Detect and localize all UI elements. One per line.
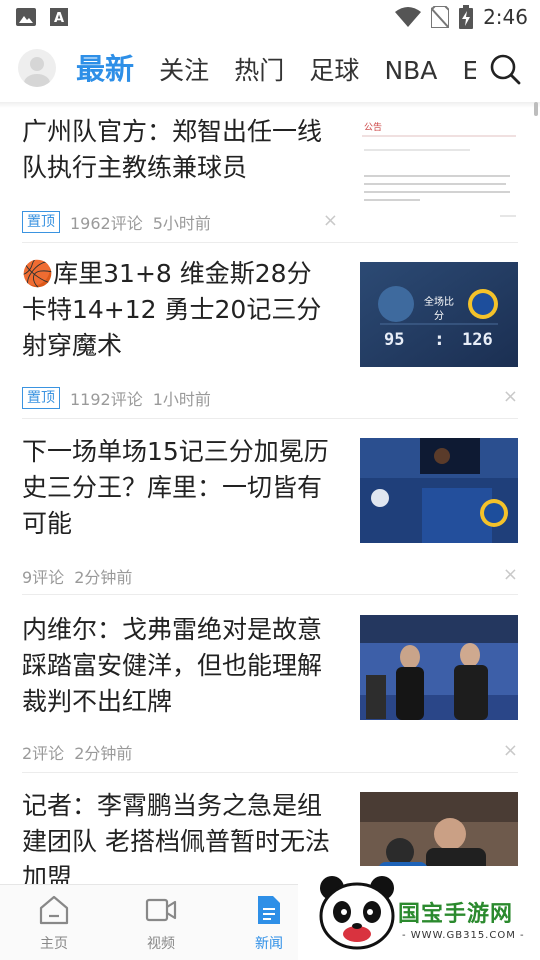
news-title: 广州队官方：郑智出任一线队执行主教练兼球员 [22, 117, 323, 182]
divider [22, 242, 518, 243]
home-icon [39, 895, 69, 925]
panda-logo [319, 876, 395, 950]
news-item[interactable]: 🏀库里31+8 维金斯28分 卡特14+12 勇士20记三分射穿魔术 全场比分 … [22, 256, 518, 416]
news-item[interactable]: 下一场单场15记三分加冕历史三分王？库里：一切皆有可能 9评论 2分钟前 × [22, 434, 518, 594]
comment-count: 9评论 [22, 568, 65, 587]
pinned-badge: 置顶 [22, 211, 60, 233]
divider [22, 594, 518, 595]
news-title: 下一场单场15记三分加冕历史三分王？库里：一切皆有可能 [22, 437, 329, 538]
search-icon[interactable] [488, 52, 522, 86]
comment-count: 1962评论 [70, 214, 143, 233]
no-sim-icon [431, 6, 450, 28]
nav-label: 新闻 [255, 936, 283, 952]
publish-time: 2分钟前 [74, 744, 133, 763]
font-icon: A [50, 8, 68, 26]
nav-home[interactable]: 主页 [19, 895, 89, 953]
nav-label: 视频 [147, 936, 175, 952]
close-icon[interactable]: × [323, 210, 338, 231]
comment-count: 1192评论 [70, 390, 143, 409]
stadium-photo-thumbnail [360, 615, 518, 720]
comment-count: 2评论 [22, 744, 65, 763]
nav-label: 主页 [40, 936, 68, 952]
watermark-url: - WWW.GB315.COM - [402, 930, 525, 941]
news-item[interactable]: 广州队官方：郑智出任一线队执行主教练兼球员 公告 置顶 1962评论 5小时前 … [22, 114, 518, 234]
video-icon [145, 898, 177, 922]
score-left: 95 [384, 330, 405, 350]
news-title: 内维尔：戈弗雷绝对是故意踩踏富安健洋，但也能理解裁判不出红牌 [22, 615, 323, 716]
tab-latest[interactable]: 最新 [76, 36, 134, 102]
news-title: 记者：李霄鹏当务之急是组建团队 老搭档佩普暂时无法加盟 [22, 791, 330, 884]
publish-time: 5小时前 [152, 214, 211, 233]
tab-following[interactable]: 关注 [159, 38, 209, 102]
watermark: 国宝手游网 - WWW.GB315.COM - [298, 866, 540, 960]
score-right: 126 [462, 330, 493, 350]
battery-charging-icon [459, 5, 474, 29]
clock: 2:46 [483, 5, 528, 29]
tab-football[interactable]: 足球 [309, 38, 359, 102]
thumb-caption: 全场比分 [424, 297, 454, 322]
publish-time: 1小时前 [152, 390, 211, 409]
watermark-text: 国宝手游网 [398, 902, 514, 927]
close-icon[interactable]: × [503, 564, 518, 585]
document-thumbnail: 公告 [360, 120, 518, 224]
close-icon[interactable]: × [503, 386, 518, 407]
news-title: 🏀库里31+8 维金斯28分 卡特14+12 勇士20记三分射穿魔术 [22, 256, 342, 364]
divider [22, 418, 518, 419]
top-nav: 最新 关注 热门 足球 NBA E [0, 36, 540, 102]
news-icon [258, 896, 280, 924]
news-meta: 置顶 1192评论 1小时前 [22, 386, 211, 410]
thumb-heading: 公告 [364, 123, 383, 133]
nav-video[interactable]: 视频 [126, 895, 196, 953]
channel-tabs: 最新 关注 热门 足球 NBA E [76, 36, 476, 102]
tab-more[interactable]: E [463, 38, 477, 102]
status-bar: A 2:46 [0, 0, 540, 36]
news-meta: 2评论 2分钟前 [22, 740, 132, 764]
tab-nba[interactable]: NBA [384, 38, 437, 102]
publish-time: 2分钟前 [74, 568, 133, 587]
tab-hot[interactable]: 热门 [234, 38, 284, 102]
wifi-icon [395, 7, 422, 27]
image-icon [16, 8, 36, 26]
user-avatar-icon[interactable] [18, 49, 56, 87]
score-sep: : [436, 330, 443, 350]
news-meta: 9评论 2分钟前 [22, 564, 132, 588]
basketball-icon: 🏀 [22, 259, 54, 288]
close-icon[interactable]: × [503, 740, 518, 761]
divider [22, 772, 518, 773]
press-conference-thumbnail [360, 438, 518, 543]
news-feed: 广州队官方：郑智出任一线队执行主教练兼球员 公告 置顶 1962评论 5小时前 … [0, 106, 540, 884]
news-title-text: 库里31+8 维金斯28分 卡特14+12 勇士20记三分射穿魔术 [22, 259, 322, 360]
news-meta: 置顶 1962评论 5小时前 [22, 210, 211, 234]
nav-news[interactable]: 新闻 [234, 895, 304, 953]
svg-text:A: A [54, 11, 64, 26]
pinned-badge: 置顶 [22, 387, 60, 409]
scoreboard-thumbnail: 全场比分 95 : 126 [360, 262, 518, 367]
news-item[interactable]: 内维尔：戈弗雷绝对是故意踩踏富安健洋，但也能理解裁判不出红牌 2评论 2分钟前 … [22, 612, 518, 772]
